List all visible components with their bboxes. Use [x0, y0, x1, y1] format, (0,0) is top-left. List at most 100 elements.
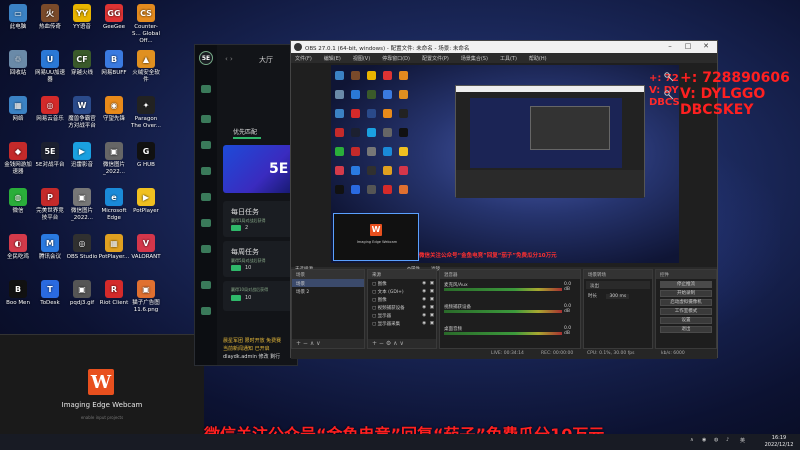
sidebar-shop-icon[interactable]: [201, 141, 211, 149]
menu-item[interactable]: 配置文件(P): [422, 56, 449, 62]
source-item[interactable]: ▢ 显示器 ◉ ▣: [368, 311, 436, 319]
tray-wechat-icon[interactable]: ◍: [714, 437, 718, 443]
sidebar-search-icon[interactable]: [201, 281, 211, 289]
daily-mission-card[interactable]: 每日任务 赢得1局对战后获得 2: [223, 201, 295, 237]
lock-icon[interactable]: ▣: [430, 305, 434, 310]
lock-icon[interactable]: ▣: [430, 313, 434, 318]
fivee-banner[interactable]: 5E: [223, 145, 295, 193]
mixer-channel[interactable]: 麦克风/Aux 0.0 dB: [444, 282, 578, 296]
desktop-icon[interactable]: ◎ 网易云音乐: [34, 96, 66, 123]
start-recording-button[interactable]: 开始录制: [660, 290, 712, 297]
menu-item[interactable]: 停靠窗口(D): [382, 56, 410, 62]
transition-type-select[interactable]: 淡出: [586, 281, 650, 289]
duration-input[interactable]: 300 ms: [606, 294, 630, 299]
desktop-icon[interactable]: ▣ 猫子广告图 11.6.png: [130, 280, 162, 314]
lock-icon[interactable]: ▣: [430, 297, 434, 302]
desktop-icon[interactable]: CF 穿越火线: [66, 50, 98, 77]
visibility-eye-icon[interactable]: ◉: [422, 289, 426, 294]
volume-meter[interactable]: [444, 310, 562, 313]
desktop-icon[interactable]: R Riot Client: [98, 280, 130, 307]
desktop-icon[interactable]: e Microsoft Edge: [98, 188, 130, 222]
desktop-icon[interactable]: 火热血传奇: [34, 4, 66, 31]
preview-webcam-source[interactable]: W Imaging Edge Webcam: [333, 213, 419, 261]
minimize-button[interactable]: –: [663, 42, 677, 52]
obs-preview-canvas[interactable]: W Imaging Edge Webcam 微信关注公众号“金鱼电竞”回复“茄子…: [331, 65, 679, 263]
visibility-eye-icon[interactable]: ◉: [422, 297, 426, 302]
desktop-icon[interactable]: ▦ 网络: [2, 96, 34, 123]
desktop-icon[interactable]: U 网易UU加速器: [34, 50, 66, 84]
tray-speaker-icon[interactable]: ♪: [726, 437, 729, 443]
desktop-icon[interactable]: YY YY语音: [66, 4, 98, 31]
fivee-nav-arrows[interactable]: ‹ ›: [225, 55, 233, 63]
desktop-icon[interactable]: M 腾讯会议: [34, 234, 66, 261]
stop-stream-button[interactable]: 停止推流: [660, 281, 712, 288]
visibility-eye-icon[interactable]: ◉: [422, 281, 426, 286]
visibility-eye-icon[interactable]: ◉: [422, 321, 426, 326]
desktop-icon[interactable]: ▶ PotPlayer: [130, 188, 162, 215]
desktop-icon[interactable]: B 网易BUFF: [98, 50, 130, 77]
close-button[interactable]: ✕: [699, 42, 713, 52]
sidebar-mission-icon[interactable]: [201, 167, 211, 175]
mixer-channel[interactable]: 视频捕获设备 0.0 dB: [444, 304, 578, 318]
desktop-icon[interactable]: ✦ Paragon The Over...: [130, 96, 162, 130]
obs-window[interactable]: OBS 27.0.1 (64-bit, windows) - 配置文件: 未命名…: [290, 40, 718, 359]
desktop-icon[interactable]: ♲ 回收站: [2, 50, 34, 77]
menu-item[interactable]: 帮助(H): [529, 56, 547, 62]
visibility-eye-icon[interactable]: ◉: [422, 305, 426, 310]
sidebar-rank-icon[interactable]: [201, 193, 211, 201]
desktop-icon[interactable]: ▣ 微信图片_2022...: [66, 188, 98, 222]
desktop-icon[interactable]: ▲ 火绒安全软件: [130, 50, 162, 84]
desktop-icon[interactable]: ◎ OBS Studio: [66, 234, 98, 261]
scene-item[interactable]: 场景 2: [292, 287, 364, 295]
tab-priority-match[interactable]: 优先匹配: [233, 127, 257, 136]
taskbar-clock[interactable]: 16:19 2022/12/12: [760, 435, 798, 449]
input-language-indicator[interactable]: 英: [740, 437, 745, 444]
exit-button[interactable]: 退出: [660, 326, 712, 333]
desktop-icon[interactable]: ▭ 此电脑: [2, 4, 34, 31]
fivee-client-window[interactable]: 5E ‹ › 大厅 优先匹配 5E 每日任务 赢得1局对战后获得 2 每周任务 …: [194, 44, 298, 366]
settings-button[interactable]: 设置: [660, 317, 712, 324]
tray-network-icon[interactable]: ◉: [702, 437, 706, 443]
sidebar-team-icon[interactable]: [201, 245, 211, 253]
menu-item[interactable]: 视图(V): [353, 56, 370, 62]
lock-icon[interactable]: ▣: [430, 281, 434, 286]
lock-icon[interactable]: ▣: [430, 321, 434, 326]
tray-chevron-icon[interactable]: ∧: [690, 437, 694, 443]
desktop-icon[interactable]: G G HUB: [130, 142, 162, 169]
desktop-icon[interactable]: V VALORANT: [130, 234, 162, 261]
desktop-icon[interactable]: B Boo Men: [2, 280, 34, 307]
menu-item[interactable]: 场景集合(S): [461, 56, 488, 62]
desktop-icon[interactable]: ▦ PotPlayer...: [98, 234, 130, 261]
desktop-icon[interactable]: W 魔兽争霸官方对战平台: [66, 96, 98, 130]
volume-meter[interactable]: [444, 288, 562, 291]
desktop-icon[interactable]: 5E 5E对战平台: [34, 142, 66, 169]
lock-icon[interactable]: ▣: [430, 289, 434, 294]
desktop-icon[interactable]: ▣ 微信图片_2022...: [98, 142, 130, 176]
source-item[interactable]: ▢ 显示器采集 ◉ ▣: [368, 319, 436, 327]
sidebar-wifi-icon[interactable]: [201, 219, 211, 227]
studio-mode-button[interactable]: 工作室模式: [660, 308, 712, 315]
sources-toolbar[interactable]: + − ⚙ ∧ ∨: [368, 339, 436, 348]
volume-meter[interactable]: [444, 332, 562, 335]
menu-item[interactable]: 工具(T): [500, 56, 517, 62]
scenes-toolbar[interactable]: + − ∧ ∨: [292, 339, 364, 348]
desktop-icon[interactable]: ◐ 全民吃鸡: [2, 234, 34, 261]
source-item[interactable]: ▢ 图像 ◉ ▣: [368, 279, 436, 287]
fivee-logo-icon[interactable]: 5E: [199, 51, 213, 65]
menu-item[interactable]: 编辑(E): [324, 56, 341, 62]
desktop-icon[interactable]: ▣ pqdj3.gif: [66, 280, 98, 307]
source-item[interactable]: ▢ 视频捕获设备 ◉ ▣: [368, 303, 436, 311]
desktop-icon[interactable]: P 完美世界竞技平台: [34, 188, 66, 222]
sidebar-settings-icon[interactable]: [201, 307, 211, 315]
source-item[interactable]: ▢ 图像 ◉ ▣: [368, 295, 436, 303]
desktop-icon[interactable]: ◆ 金钱网游加速器: [2, 142, 34, 176]
mixer-channel[interactable]: 桌面音频 0.0 dB: [444, 326, 578, 340]
desktop-icon[interactable]: ◍ 微信: [2, 188, 34, 215]
scene-item[interactable]: 场景: [292, 279, 364, 287]
webcam-window[interactable]: W Imaging Edge Webcam enable input proje…: [0, 334, 204, 434]
desktop-icon[interactable]: ▶ 迅雷影音: [66, 142, 98, 169]
desktop-icon[interactable]: ◉ 守望先锋: [98, 96, 130, 123]
menu-item[interactable]: 文件(F): [295, 56, 312, 62]
sidebar-match-icon[interactable]: [201, 115, 211, 123]
desktop-icon[interactable]: CS Counter-S... Global Off...: [130, 4, 162, 45]
